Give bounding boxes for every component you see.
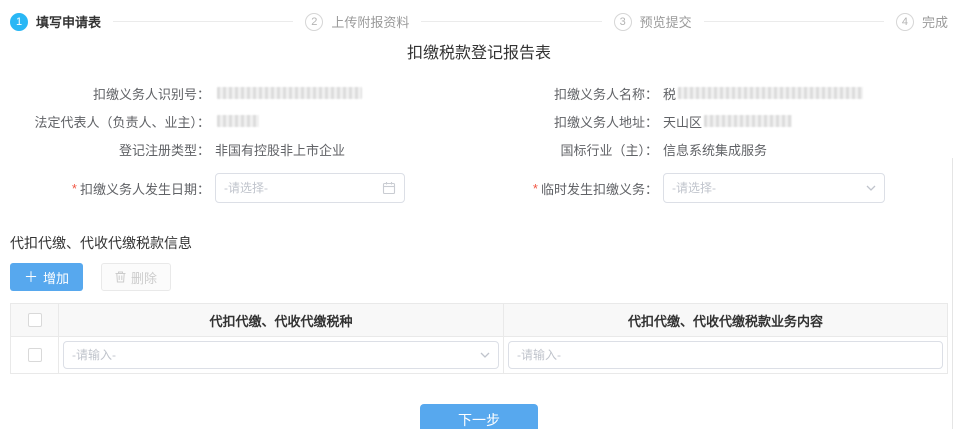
step-1-label: 填写申请表 [36,12,101,31]
step-1-circle: 1 [10,13,28,31]
withholding-tax-table: 代扣代缴、代收代缴税种 代扣代缴、代收代缴税款业务内容 [10,303,948,374]
industry-label: 国标行业（主）： [488,140,658,159]
taxpayer-name-value: 税 [663,84,863,103]
industry-value: 信息系统集成服务 [663,140,767,159]
plus-icon: ＋ [24,270,38,284]
taxpayer-id-value [215,87,362,99]
footer: 下一步 [10,404,948,429]
step-connector [704,21,884,22]
step-4-circle: 4 [896,13,914,31]
redacted-value [217,115,259,127]
trash-icon [115,271,126,283]
tax-type-header: 代扣代缴、代收代缴税种 [59,304,504,336]
required-mark: * [72,181,77,196]
legal-representative-label: 法定代表人（负责人、业主）： [10,112,210,131]
select-all-cell [11,304,59,336]
select-all-checkbox[interactable] [28,313,42,327]
occur-date-picker[interactable] [215,173,405,203]
row-checkbox[interactable] [28,348,42,362]
tax-type-cell [59,337,504,373]
registration-type-value: 非国有控股非上市企业 [215,140,345,159]
page-title: 扣缴税款登记报告表 [10,39,948,63]
redacted-value [678,87,863,99]
step-3-circle: 3 [614,13,632,31]
next-step-button[interactable]: 下一步 [420,404,538,429]
section-title: 代扣代缴、代收代缴税款信息 [10,233,948,253]
tax-type-select[interactable] [63,341,499,369]
step-connector [113,21,293,22]
registration-type-label: 登记注册类型： [10,140,210,159]
taxpayer-info-form: 扣缴义务人识别号： 扣缴义务人名称： 税 法定代表人（负责人、业主）： 扣缴义务… [10,79,948,205]
table-header-row: 代扣代缴、代收代缴税种 代扣代缴、代收代缴税款业务内容 [11,304,947,337]
business-content-input[interactable] [517,348,934,362]
calendar-icon [382,181,396,195]
temp-obligation-label: * 临时发生扣缴义务： [488,179,658,198]
table-row [11,337,947,373]
step-connector [421,21,601,22]
temp-obligation-select[interactable] [663,173,885,203]
taxpayer-address-value: 天山区 [663,112,792,131]
taxpayer-address-label: 扣缴义务人地址： [488,112,658,131]
required-mark: * [533,181,538,196]
withholding-tax-registration-page: 1 填写申请表 2 上传附报资料 3 预览提交 4 完成 扣缴税款登记报告表 扣… [0,0,958,429]
step-complete: 4 完成 [896,12,948,31]
step-3-label: 预览提交 [640,12,692,31]
step-preview-submit: 3 预览提交 [614,12,692,31]
steps-bar: 1 填写申请表 2 上传附报资料 3 预览提交 4 完成 [10,0,948,31]
table-toolbar: ＋ 增加 删除 [10,263,948,291]
legal-representative-value [215,115,259,127]
taxpayer-id-label: 扣缴义务人识别号： [10,84,210,103]
step-2-circle: 2 [305,13,323,31]
chevron-down-icon [480,352,490,358]
add-button[interactable]: ＋ 增加 [10,263,83,291]
step-2-label: 上传附报资料 [331,12,409,31]
taxpayer-name-label: 扣缴义务人名称： [488,84,658,103]
business-content-cell [504,337,947,373]
business-content-field[interactable] [508,341,943,369]
redacted-value [704,115,792,127]
business-content-header: 代扣代缴、代收代缴税款业务内容 [504,304,947,336]
redacted-value [217,87,362,99]
occur-date-label: * 扣缴义务人发生日期： [10,179,210,198]
step-4-label: 完成 [922,12,948,31]
occur-date-input[interactable] [224,181,382,195]
tax-type-select-input[interactable] [72,348,480,362]
chevron-down-icon [866,185,876,191]
row-select-cell [11,337,59,373]
step-fill-form: 1 填写申请表 [10,12,101,31]
scrollbar[interactable] [952,158,953,429]
step-upload-materials: 2 上传附报资料 [305,12,409,31]
temp-obligation-select-input[interactable] [672,181,866,195]
delete-button[interactable]: 删除 [101,263,171,291]
